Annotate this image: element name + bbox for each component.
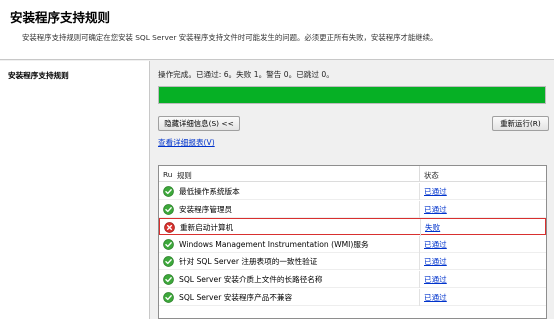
rule-status-link[interactable]: 已通过 bbox=[424, 204, 447, 215]
error-circle-icon bbox=[164, 222, 175, 234]
check-circle-icon bbox=[163, 291, 174, 303]
hide-details-button[interactable]: 隐藏详细信息(S) << bbox=[158, 116, 240, 131]
column-divider bbox=[419, 253, 420, 271]
rule-name: 最低操作系统版本 bbox=[179, 187, 240, 196]
rule-name: SQL Server 安装程序产品不兼容 bbox=[179, 292, 293, 302]
rule-name: 针对 SQL Server 注册表项的一致性验证 bbox=[179, 257, 318, 267]
table-row[interactable]: 最低操作系统版本 已通过 bbox=[159, 183, 546, 200]
page-title: 安装程序支持规则 bbox=[10, 10, 111, 25]
column-divider[interactable] bbox=[419, 166, 420, 182]
rule-status-link[interactable]: 已通过 bbox=[424, 186, 447, 197]
check-circle-icon bbox=[163, 256, 174, 268]
table-row[interactable]: 针对 SQL Server 注册表项的一致性验证 已通过 bbox=[159, 253, 546, 271]
header-panel: 安装程序支持规则 安装程序支持规则可确定在您安装 SQL Server 安装程序… bbox=[0, 0, 554, 60]
check-circle-icon bbox=[163, 203, 174, 215]
check-circle-icon bbox=[163, 186, 174, 197]
table-row[interactable]: Windows Management Instrumentation (WMI)… bbox=[159, 235, 546, 253]
progress-fill bbox=[159, 87, 545, 103]
column-divider bbox=[419, 288, 420, 306]
column-divider bbox=[420, 219, 421, 237]
column-header-ru[interactable]: Ru bbox=[163, 170, 173, 179]
table-row[interactable]: SQL Server 安装程序产品不兼容 已通过 bbox=[159, 288, 546, 306]
status-summary: 操作完成。已通过: 6。失败 1。警告 0。已跳过 0。 bbox=[158, 70, 334, 79]
rule-name: 安装程序管理员 bbox=[179, 204, 233, 214]
check-circle-icon bbox=[163, 238, 174, 250]
rule-name: 重新启动计算机 bbox=[180, 223, 234, 233]
rule-status-link[interactable]: 已通过 bbox=[424, 274, 447, 285]
column-header-status[interactable]: 状态 bbox=[424, 170, 439, 181]
rule-status-link[interactable]: 已通过 bbox=[424, 256, 447, 267]
rule-name: SQL Server 安装介质上文件的长路径名称 bbox=[179, 275, 323, 284]
check-circle-icon bbox=[163, 274, 174, 285]
column-divider bbox=[419, 271, 420, 288]
sidebar: 安装程序支持规则 bbox=[0, 61, 150, 319]
rule-status-link[interactable]: 已通过 bbox=[424, 239, 447, 250]
column-divider bbox=[419, 183, 420, 200]
column-divider bbox=[419, 235, 420, 253]
table-row[interactable]: 安装程序管理员 已通过 bbox=[159, 200, 546, 218]
column-header-rule[interactable]: 规则 bbox=[177, 170, 192, 181]
sidebar-item-setup-support-rules[interactable]: 安装程序支持规则 bbox=[8, 70, 69, 81]
rule-name: Windows Management Instrumentation (WMI)… bbox=[179, 239, 369, 249]
rules-table: Ru 规则 状态 最低操作系统版本 已通过 安装程序管理员 已通过 重新启动计算机 失败 W… bbox=[158, 165, 547, 319]
progress-bar bbox=[158, 86, 546, 104]
rule-status-link[interactable]: 已通过 bbox=[424, 292, 447, 303]
main-panel: 操作完成。已通过: 6。失败 1。警告 0。已跳过 0。 隐藏详细信息(S) <… bbox=[151, 61, 554, 319]
rule-status-link[interactable]: 失败 bbox=[425, 222, 440, 233]
rerun-button[interactable]: 重新运行(R) bbox=[492, 116, 549, 131]
table-row[interactable]: 重新启动计算机 失败 bbox=[159, 218, 546, 237]
column-divider bbox=[419, 200, 420, 218]
page-description: 安装程序支持规则可确定在您安装 SQL Server 安装程序支持文件时可能发生… bbox=[22, 33, 438, 42]
view-report-link[interactable]: 查看详细报表(V) bbox=[158, 137, 215, 148]
table-row[interactable]: SQL Server 安装介质上文件的长路径名称 已通过 bbox=[159, 271, 546, 288]
table-header: Ru 规则 状态 bbox=[159, 166, 546, 182]
